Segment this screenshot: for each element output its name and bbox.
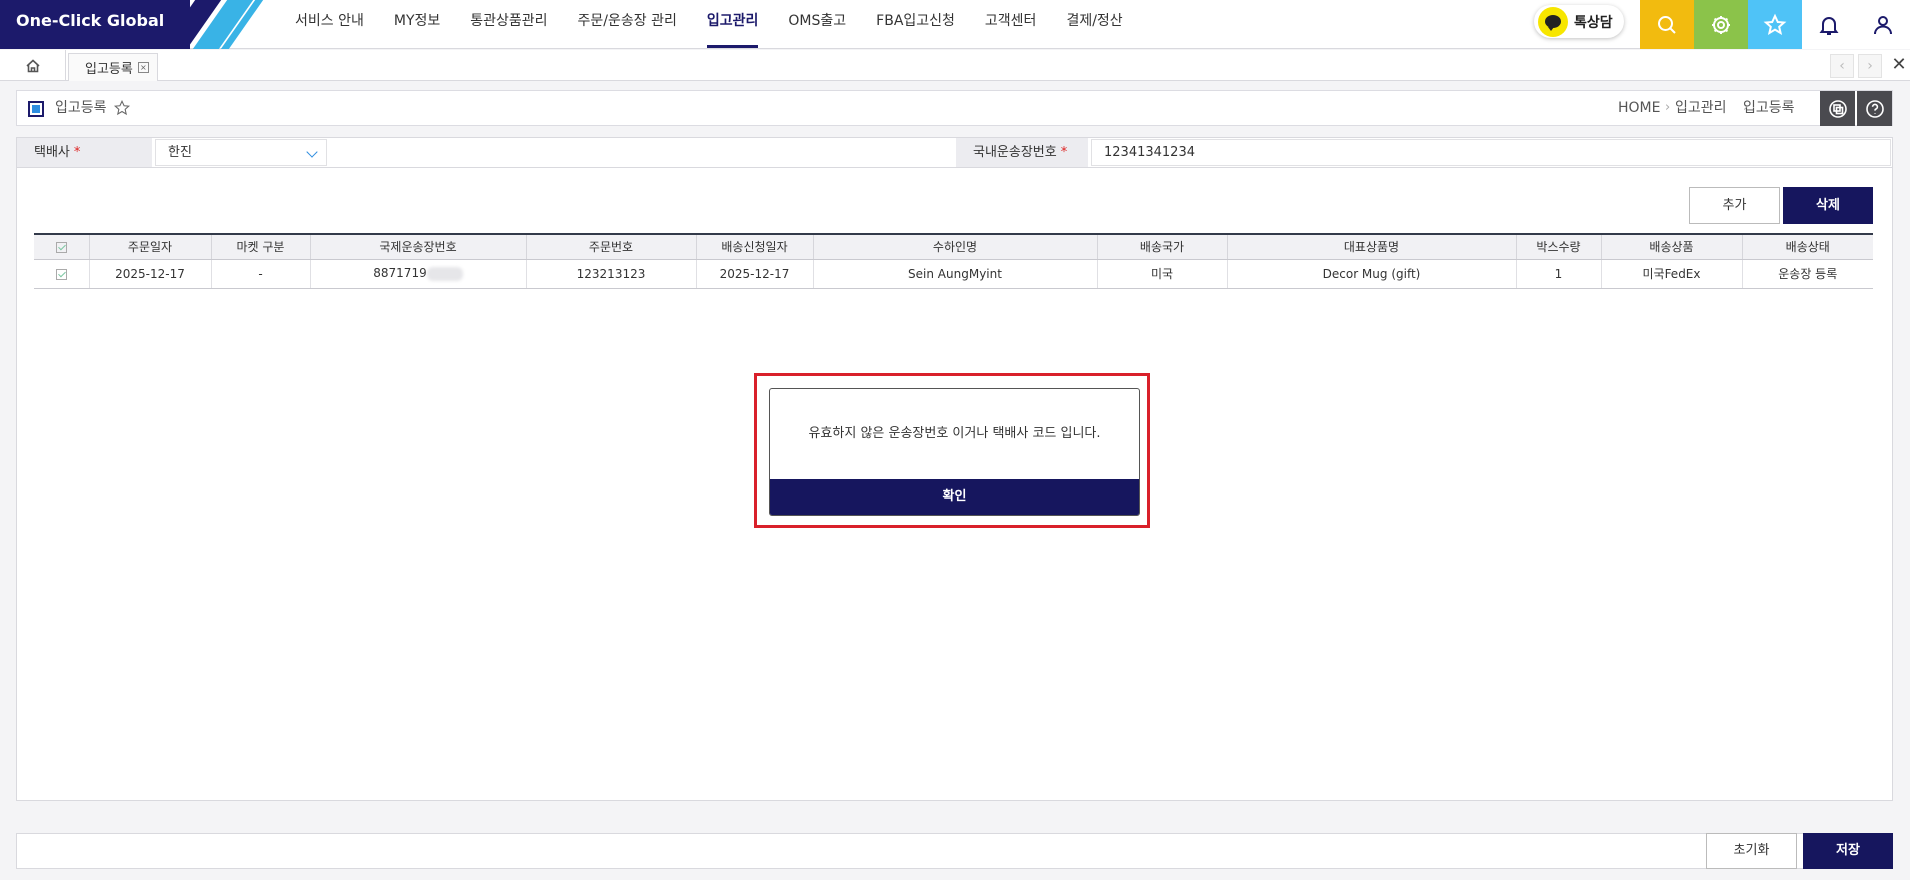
tab-strip: 입고등록 × ‹ › ✕: [0, 50, 1910, 81]
confirm-button[interactable]: 확인: [770, 479, 1139, 515]
chevron-left-icon: ‹: [1839, 58, 1845, 74]
column-header: 주문번호: [526, 233, 697, 260]
quick-settings-button[interactable]: [1694, 0, 1748, 49]
carrier-select[interactable]: 한진: [155, 139, 327, 166]
page-marker-icon: [28, 101, 44, 117]
search-form: 택배사 * 한진 국내운송장번호 * 12341341234: [16, 137, 1893, 168]
tab-next-button[interactable]: ›: [1858, 54, 1882, 78]
menu-item-service-guide[interactable]: 서비스 안내: [280, 0, 379, 49]
help-button[interactable]: [1857, 91, 1892, 126]
chat-bubble-icon: [1538, 6, 1568, 37]
checkbox-icon: [55, 268, 67, 280]
notifications-button[interactable]: [1802, 0, 1856, 49]
save-button[interactable]: 저장: [1803, 833, 1893, 869]
delete-button[interactable]: 삭제: [1783, 187, 1873, 224]
add-button[interactable]: 추가: [1689, 187, 1780, 224]
column-header: 주문일자: [89, 233, 212, 260]
star-icon[interactable]: [113, 99, 131, 117]
column-header: 국제운송장번호: [310, 233, 527, 260]
menu-item-fba-inbound[interactable]: FBA입고신청: [861, 0, 970, 49]
column-header: 마켓 구분: [211, 233, 311, 260]
tracking-label-text: 국내운송장번호: [973, 145, 1057, 160]
star-icon: [1763, 13, 1787, 35]
menu-item-inbound[interactable]: 입고관리: [692, 0, 774, 49]
breadcrumb-inbound[interactable]: 입고관리: [1675, 91, 1727, 125]
domestic-tracking-input[interactable]: 12341341234: [1091, 139, 1891, 166]
tracking-label: 국내운송장번호 *: [956, 138, 1088, 167]
breadcrumb-current: 입고등록: [1743, 100, 1795, 116]
column-header: 대표상품명: [1227, 233, 1517, 260]
main-menu: 서비스 안내 MY정보 통관상품관리 주문/운송장 관리 입고관리 OMS출고 …: [280, 0, 1138, 49]
carrier-select-value: 한진: [168, 145, 192, 160]
column-header: 배송신청일자: [696, 233, 814, 260]
top-navigation: One-Click Global 서비스 안내 MY정보 통관상품관리 주문/운…: [0, 0, 1910, 49]
tab-inbound-registration[interactable]: 입고등록 ×: [68, 53, 158, 81]
row-checkbox[interactable]: [34, 259, 90, 289]
help-icon: [1865, 99, 1884, 118]
menu-item-customs-products[interactable]: 통관상품관리: [455, 0, 562, 49]
cell-intl-tracking: 8871719: [310, 259, 527, 289]
column-header: 박스수량: [1516, 233, 1602, 260]
close-icon[interactable]: ×: [137, 62, 149, 73]
column-header: 수하인명: [813, 233, 1098, 260]
close-all-tabs-button[interactable]: ✕: [1888, 52, 1910, 78]
menu-item-my-info[interactable]: MY정보: [379, 0, 455, 49]
menu-item-orders-waybills[interactable]: 주문/운송장 관리: [563, 0, 692, 49]
menu-item-customer-center[interactable]: 고객센터: [970, 0, 1052, 49]
footer-bar: [16, 833, 1893, 869]
settings-icon: [1712, 15, 1730, 34]
carrier-label-text: 택배사: [34, 145, 70, 160]
quick-favorites-button[interactable]: [1748, 0, 1802, 49]
alert-message: 유효하지 않은 운송장번호 이거나 택배사 코드 입니다.: [808, 426, 1101, 441]
cell-order-date: 2025-12-17: [89, 259, 212, 289]
user-account-button[interactable]: [1856, 0, 1910, 49]
cell-status: 운송장 등록: [1742, 259, 1873, 289]
copy-button[interactable]: [1820, 91, 1855, 126]
cell-boxes: 1: [1516, 259, 1602, 289]
talk-label: 톡상담: [1574, 14, 1613, 31]
chevron-right-icon: ›: [1867, 58, 1873, 74]
cell-recipient: Sein AungMyint: [813, 259, 1098, 289]
menu-item-oms-outbound[interactable]: OMS출고: [773, 0, 861, 49]
close-icon: ✕: [1891, 54, 1907, 75]
cell-market: -: [211, 259, 311, 289]
intl-tracking-value: 8871719: [373, 266, 427, 281]
cell-request-date: 2025-12-17: [696, 259, 814, 289]
carrier-label: 택배사 *: [17, 138, 152, 167]
inbound-table: 주문일자 마켓 구분 국제운송장번호 주문번호 배송신청일자 수하인명 배송국가…: [34, 233, 1873, 289]
redacted-text: [426, 266, 463, 281]
chevron-right-icon: ›: [1665, 100, 1671, 115]
home-icon: [25, 58, 40, 72]
bell-icon: [1819, 16, 1839, 35]
alert-dialog: 유효하지 않은 운송장번호 이거나 택배사 코드 입니다. 확인: [769, 388, 1140, 516]
quick-search-button[interactable]: [1640, 0, 1694, 49]
required-mark: *: [73, 145, 81, 160]
select-all-checkbox[interactable]: [34, 233, 90, 260]
page-title: 입고등록: [55, 100, 107, 116]
reset-button[interactable]: 초기화: [1706, 833, 1797, 869]
cell-order-no: 123213123: [526, 259, 697, 289]
tab-prev-button[interactable]: ‹: [1830, 54, 1854, 78]
checkbox-icon: [55, 241, 67, 253]
cell-service: 미국FedEx: [1601, 259, 1743, 289]
app-logo[interactable]: One-Click Global: [0, 0, 190, 49]
page-header: 입고등록 HOME › 입고관리 › 입고등록: [16, 90, 1893, 126]
column-header: 배송상태: [1742, 233, 1873, 260]
breadcrumb-home[interactable]: HOME: [1618, 91, 1660, 125]
menu-item-payment[interactable]: 결제/정산: [1051, 0, 1137, 49]
home-tab[interactable]: [0, 50, 66, 81]
column-header: 배송상품: [1601, 233, 1743, 260]
copy-icon: [1828, 99, 1847, 118]
required-mark: *: [1060, 145, 1068, 160]
kakao-talk-button[interactable]: 톡상담: [1534, 5, 1624, 38]
tab-label: 입고등록: [85, 62, 133, 77]
search-icon: [1658, 15, 1676, 34]
table-row[interactable]: 2025-12-17 - 8871719 123213123 2025-12-1…: [34, 259, 1873, 289]
column-header: 배송국가: [1097, 233, 1228, 260]
cell-country: 미국: [1097, 259, 1228, 289]
cell-product: Decor Mug (gift): [1227, 259, 1517, 289]
chevron-down-icon: [306, 146, 318, 158]
table-header-row: 주문일자 마켓 구분 국제운송장번호 주문번호 배송신청일자 수하인명 배송국가…: [34, 233, 1873, 260]
user-icon: [1874, 15, 1892, 34]
